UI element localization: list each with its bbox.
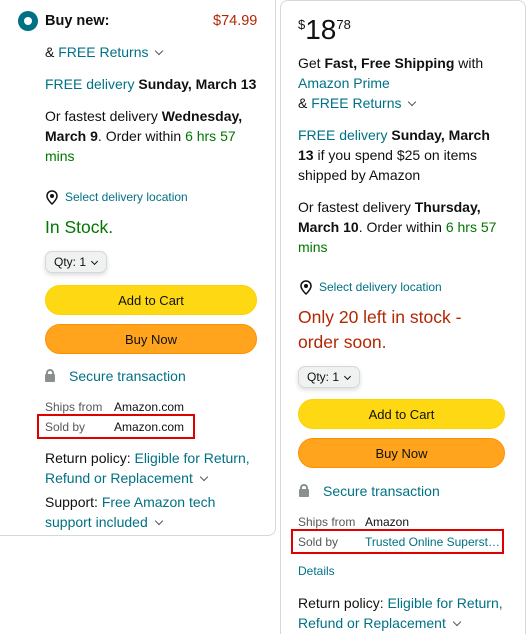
stock-status: Only 20 left in stock - order soon. xyxy=(298,307,462,352)
stock-status: In Stock. xyxy=(45,217,114,237)
return-policy-link[interactable]: Eligible for Return, xyxy=(134,450,249,466)
quantity-select[interactable]: Qty: 1 xyxy=(298,366,360,388)
price: $74.99 xyxy=(213,13,258,29)
add-to-cart-button[interactable]: Add to Cart xyxy=(45,285,257,315)
sold-by-label: Sold by xyxy=(298,535,339,549)
price: $1878 xyxy=(298,14,351,45)
quantity-select[interactable]: Qty: 1 xyxy=(45,251,107,273)
sold-by-value: Amazon.com xyxy=(114,420,185,434)
sold-by-label: Sold by xyxy=(45,420,86,434)
delivery-row: FREE delivery Sunday, March 13 if you sp… xyxy=(298,127,490,183)
free-delivery-link[interactable]: FREE delivery xyxy=(45,76,134,92)
buy-now-button[interactable]: Buy Now xyxy=(45,324,257,354)
chevron-down-icon[interactable] xyxy=(155,46,164,56)
sold-by-seller-link[interactable]: Trusted Online Superst… xyxy=(365,534,500,550)
support-link[interactable]: Free Amazon tech xyxy=(102,494,216,510)
ships-from-row: Ships from xyxy=(45,400,103,414)
free-returns-link[interactable]: FREE Returns xyxy=(58,44,148,60)
chevron-down-icon[interactable] xyxy=(452,617,462,627)
offer-panel-new: Buy new: $74.99 & FREE Returns FREE deli… xyxy=(0,0,276,536)
lock-icon xyxy=(45,369,55,382)
buy-new-label: Buy new: xyxy=(45,13,110,29)
support: Support: Free Amazon tech support includ… xyxy=(45,494,216,530)
fastest-delivery: Or fastest delivery Thursday, March 10. … xyxy=(298,199,497,255)
returns-row: & FREE Returns xyxy=(45,42,164,62)
chevron-down-icon[interactable] xyxy=(199,472,209,482)
lock-icon xyxy=(299,484,309,497)
select-delivery-location-link[interactable]: Select delivery location xyxy=(65,189,188,205)
free-delivery-link[interactable]: FREE delivery xyxy=(298,127,387,143)
countdown: 6 hrs 57 xyxy=(445,219,497,235)
chevron-down-icon[interactable] xyxy=(154,516,163,526)
amazon-prime-link[interactable]: Amazon Prime xyxy=(298,73,523,93)
details-link[interactable]: Details xyxy=(298,563,335,579)
ships-from-label: Ships from xyxy=(298,515,356,529)
free-returns-link[interactable]: FREE Returns xyxy=(311,95,401,111)
fastest-delivery: Or fastest delivery Wednesday, March 9. … xyxy=(45,108,243,164)
chevron-down-icon xyxy=(90,257,99,266)
offer-panel-other: $1878 Get Fast, Free Shipping with Amazo… xyxy=(280,0,526,634)
select-delivery-location-link[interactable]: Select delivery location xyxy=(319,279,442,295)
location-pin-icon xyxy=(300,280,312,295)
return-policy: Return policy: Eligible for Return, Refu… xyxy=(45,450,250,486)
chevron-down-icon[interactable] xyxy=(408,97,417,107)
return-policy: Return policy: Eligible for Return, Refu… xyxy=(298,595,503,631)
location-pin-icon xyxy=(46,190,58,205)
prime-shipping: Get Fast, Free Shipping with Amazon Prim… xyxy=(298,53,523,113)
delivery-row: FREE delivery Sunday, March 13 xyxy=(45,76,257,92)
ships-from-value: Amazon.com xyxy=(114,400,185,414)
return-policy-link[interactable]: Eligible for Return, xyxy=(387,595,502,611)
chevron-down-icon xyxy=(343,372,352,381)
buy-new-radio[interactable] xyxy=(18,11,38,31)
secure-transaction-link[interactable]: Secure transaction xyxy=(323,481,440,501)
secure-transaction-link[interactable]: Secure transaction xyxy=(69,366,186,386)
add-to-cart-button[interactable]: Add to Cart xyxy=(298,399,505,429)
buy-now-button[interactable]: Buy Now xyxy=(298,438,505,468)
countdown: 6 hrs 57 xyxy=(185,128,236,144)
ships-from-value: Amazon xyxy=(365,515,410,529)
